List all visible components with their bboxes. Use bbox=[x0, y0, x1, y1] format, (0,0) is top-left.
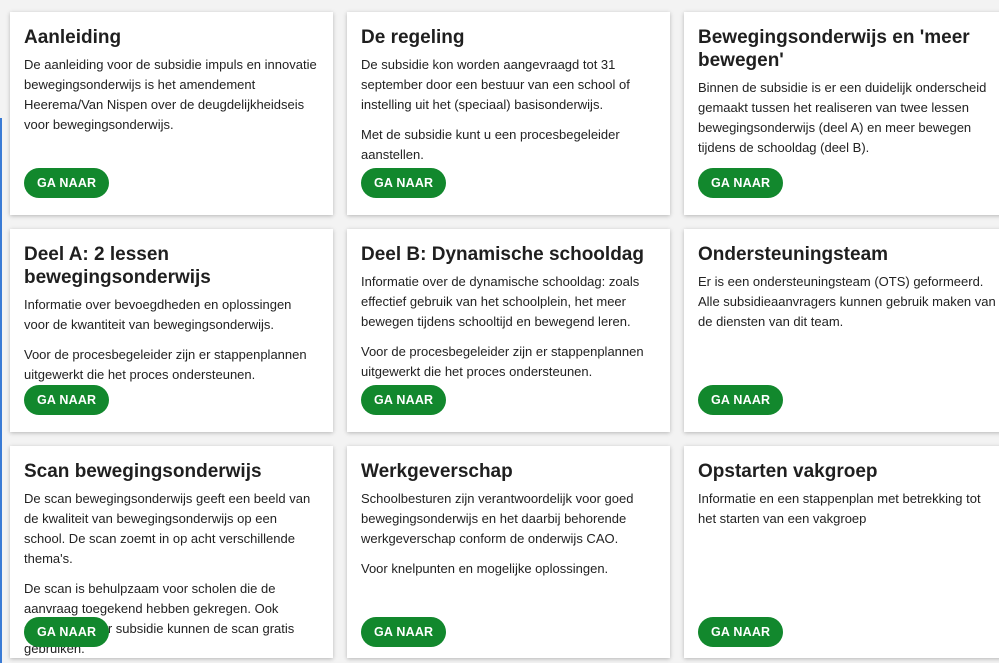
card-bewegingsonderwijs-meer-bewegen: Bewegingsonderwijs en 'meer bewegen' Bin… bbox=[684, 12, 999, 215]
card-ondersteuningsteam: Ondersteuningsteam Er is een ondersteuni… bbox=[684, 229, 999, 432]
card-title: Ondersteuningsteam bbox=[698, 244, 889, 265]
card-werkgeverschap: Werkgeverschap Schoolbesturen zijn veran… bbox=[347, 446, 670, 658]
ga-naar-button[interactable]: GA NAAR bbox=[24, 385, 110, 415]
card-de-regeling: De regeling De subsidie kon worden aange… bbox=[347, 12, 670, 215]
card-text: Schoolbesturen zijn verantwoordelijk voo… bbox=[361, 491, 634, 546]
card-text: Voor de procesbegeleider zijn er stappen… bbox=[24, 347, 307, 382]
card-text: De scan bewegingsonderwijs geeft een bee… bbox=[24, 491, 311, 566]
card-title: Werkgeverschap bbox=[361, 461, 513, 482]
card-text: Met de subsidie kunt u een procesbegelei… bbox=[361, 127, 620, 162]
card-text: Er is een ondersteuningsteam (OTS) gefor… bbox=[698, 274, 996, 329]
card-title: Scan bewegingsonderwijs bbox=[24, 461, 262, 482]
card-opstarten-vakgroep: Opstarten vakgroep Informatie en een sta… bbox=[684, 446, 999, 658]
ga-naar-button[interactable]: GA NAAR bbox=[698, 617, 784, 647]
card-text: De aanleiding voor de subsidie impuls en… bbox=[24, 57, 317, 132]
ga-naar-button[interactable]: GA NAAR bbox=[24, 168, 110, 198]
ga-naar-button[interactable]: GA NAAR bbox=[361, 168, 447, 198]
card-text: Informatie over bevoegdheden en oplossin… bbox=[24, 297, 292, 332]
ga-naar-button[interactable]: GA NAAR bbox=[698, 168, 784, 198]
ga-naar-button[interactable]: GA NAAR bbox=[361, 617, 447, 647]
card-aanleiding: Aanleiding De aanleiding voor de subsidi… bbox=[10, 12, 333, 215]
card-deel-a: Deel A: 2 lessen bewegingsonderwijs Info… bbox=[10, 229, 333, 432]
card-text: Informatie over de dynamische schooldag:… bbox=[361, 274, 640, 329]
card-title: De regeling bbox=[361, 27, 465, 48]
card-scan-bewegingsonderwijs: Scan bewegingsonderwijs De scan beweging… bbox=[10, 446, 333, 658]
card-title: Aanleiding bbox=[24, 27, 122, 48]
ga-naar-button[interactable]: GA NAAR bbox=[24, 617, 110, 647]
ga-naar-button[interactable]: GA NAAR bbox=[361, 385, 447, 415]
card-text: Binnen de subsidie is er een duidelijk o… bbox=[698, 80, 987, 155]
card-text: Voor knelpunten en mogelijke oplossingen… bbox=[361, 561, 609, 576]
ga-naar-button[interactable]: GA NAAR bbox=[698, 385, 784, 415]
card-title: Deel A: 2 lessen bewegingsonderwijs bbox=[24, 244, 211, 288]
card-title: Bewegingsonderwijs en 'meer bewegen' bbox=[698, 27, 970, 71]
card-text: Informatie en een stappenplan met betrek… bbox=[698, 491, 981, 526]
card-text: De subsidie kon worden aangevraagd tot 3… bbox=[361, 57, 630, 112]
card-deel-b: Deel B: Dynamische schooldag Informatie … bbox=[347, 229, 670, 432]
card-text: Voor de procesbegeleider zijn er stappen… bbox=[361, 344, 644, 379]
card-title: Opstarten vakgroep bbox=[698, 461, 878, 482]
card-grid: Aanleiding De aanleiding voor de subsidi… bbox=[10, 12, 999, 658]
left-edge-accent bbox=[0, 118, 2, 663]
card-title: Deel B: Dynamische schooldag bbox=[361, 244, 644, 265]
